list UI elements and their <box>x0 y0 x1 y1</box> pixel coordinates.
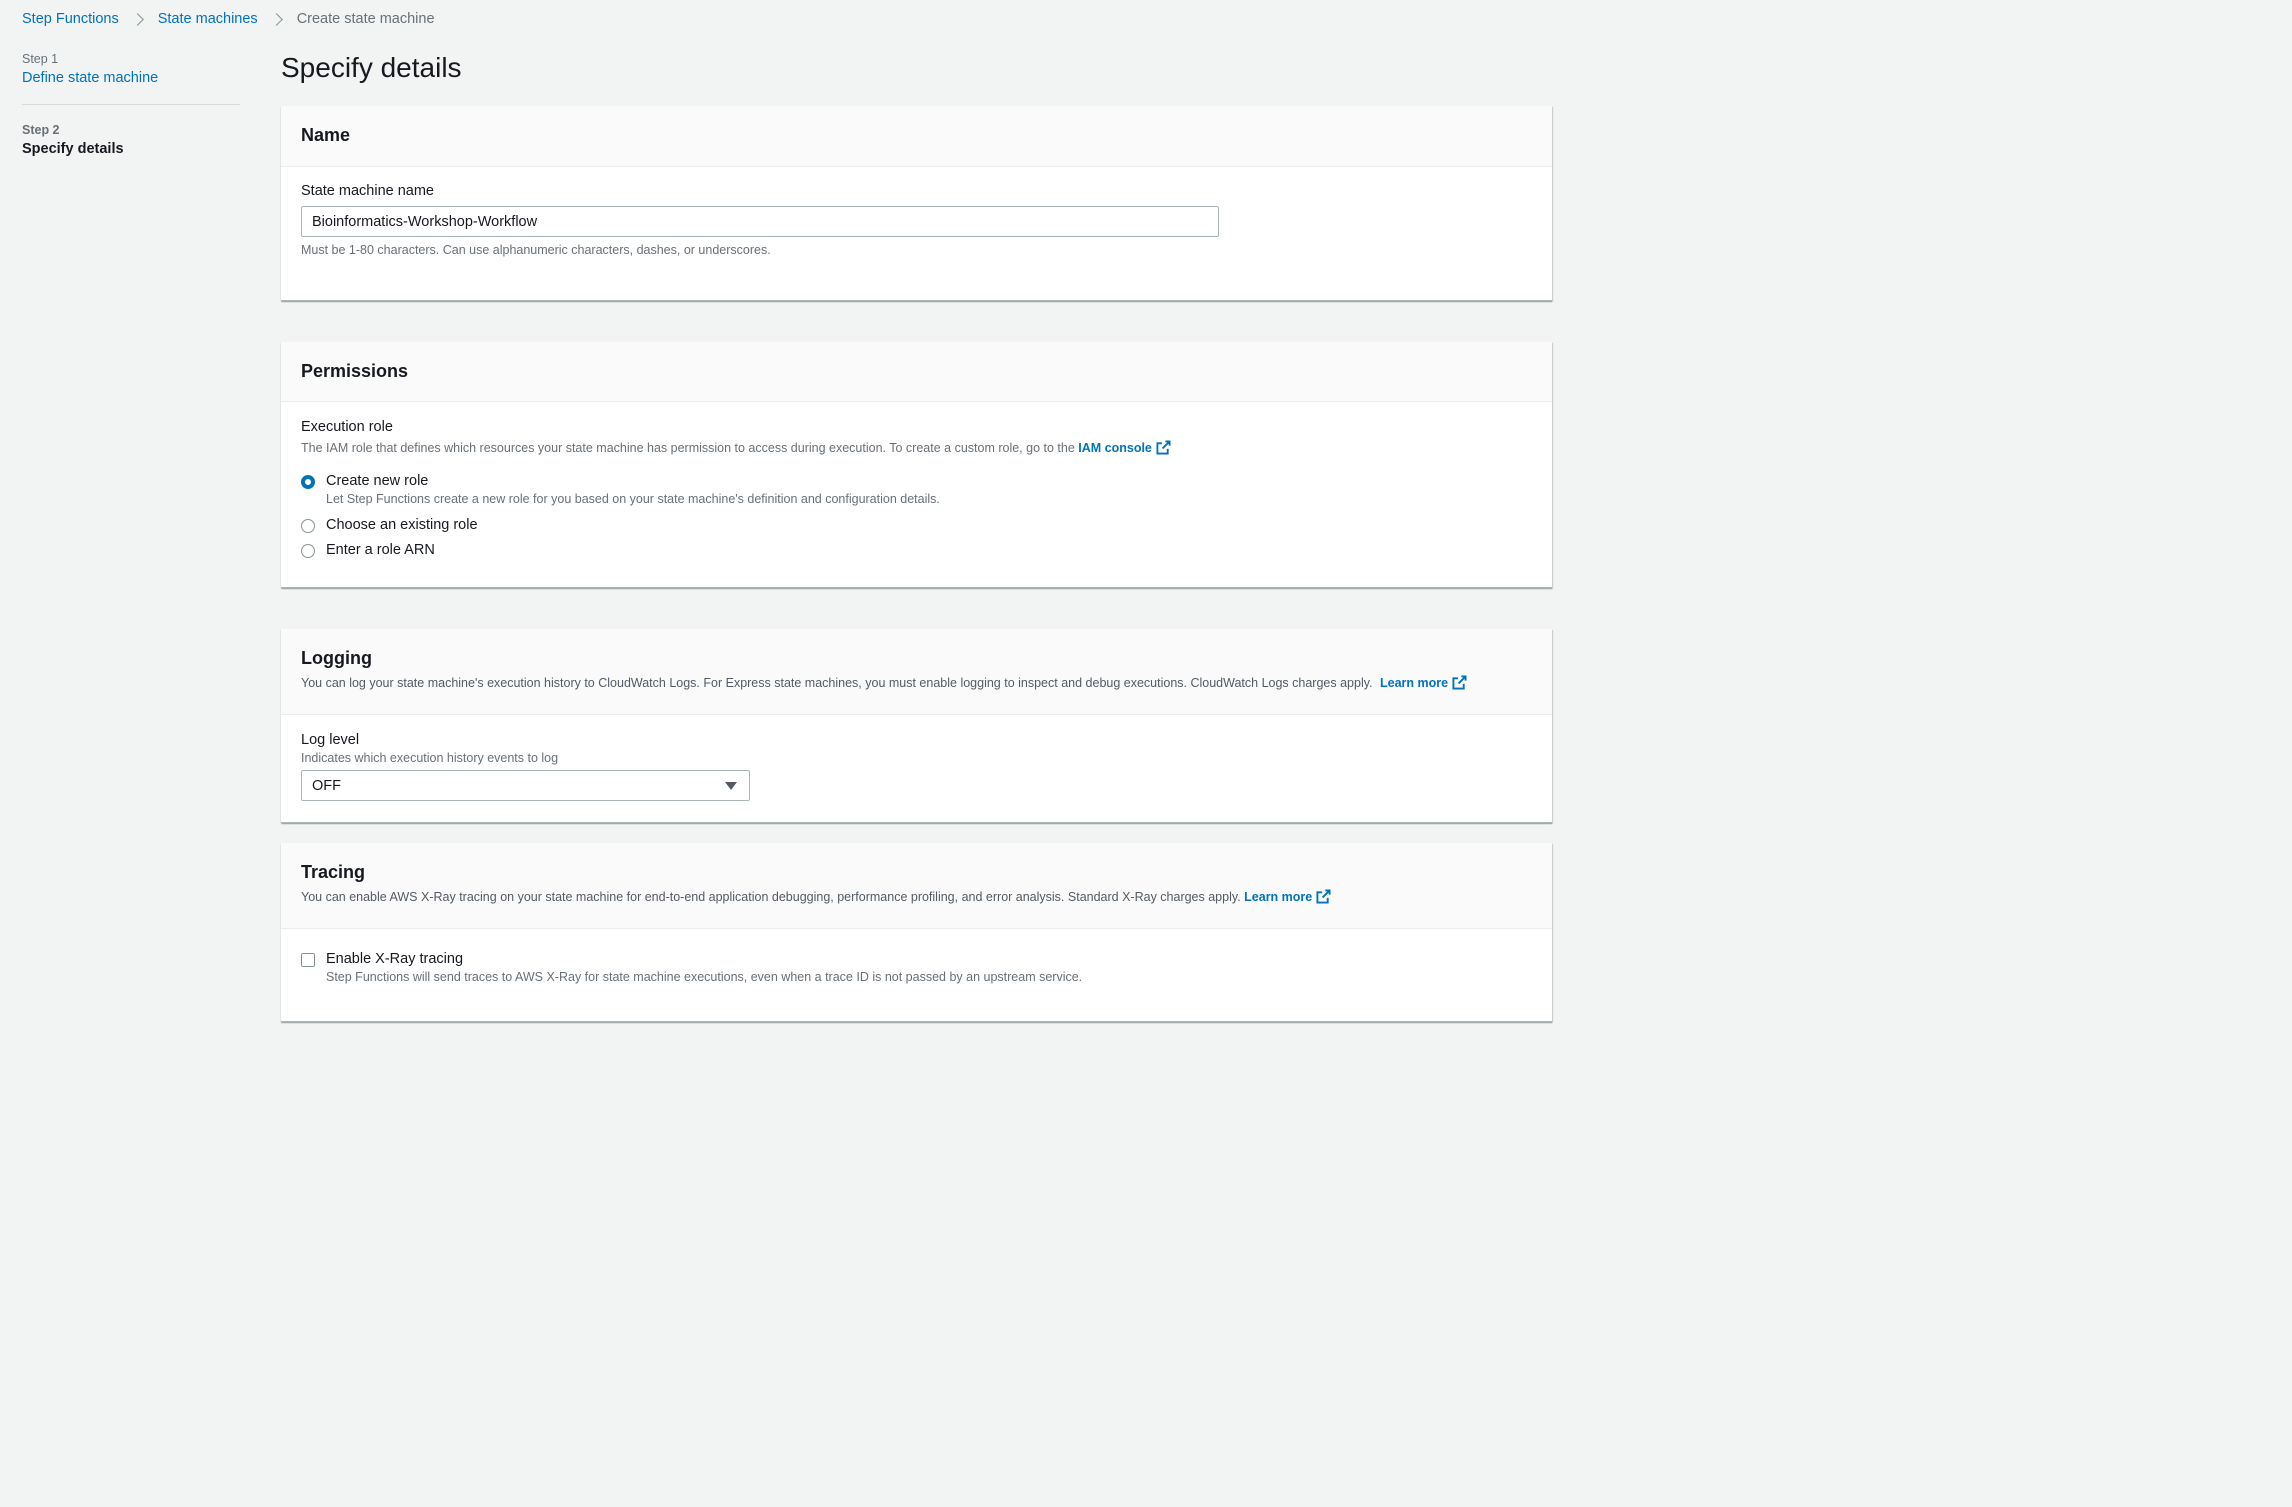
log-level-selected-value: OFF <box>312 777 341 794</box>
step-1-number: Step 1 <box>22 52 59 66</box>
external-link-icon <box>1156 440 1171 455</box>
tracing-panel-header: Tracing You can enable AWS X-Ray tracing… <box>281 843 1552 929</box>
breadcrumb-step-functions[interactable]: Step Functions <box>22 11 119 27</box>
permissions-panel-body: Execution role The IAM role that defines… <box>281 402 1552 558</box>
tracing-panel-title: Tracing <box>301 862 366 882</box>
logging-panel: Logging You can log your state machine's… <box>281 629 1552 823</box>
tracing-panel-body: Enable X-Ray tracing Step Functions will… <box>281 929 1552 984</box>
radio-enter-role-arn-indicator[interactable] <box>301 544 315 558</box>
radio-create-new-role-text: Create new role Let Step Functions creat… <box>326 473 940 506</box>
radio-choose-existing-role-label: Choose an existing role <box>326 517 478 533</box>
xray-tracing-text: Enable X-Ray tracing Step Functions will… <box>326 951 1082 984</box>
tracing-panel: Tracing You can enable AWS X-Ray tracing… <box>281 843 1552 1022</box>
radio-create-new-role-indicator[interactable] <box>301 475 315 489</box>
iam-console-link-label: IAM console <box>1078 441 1152 455</box>
tracing-learn-more-link[interactable]: Learn more <box>1244 889 1331 904</box>
radio-create-new-role-label: Create new role <box>326 473 429 489</box>
xray-tracing-label: Enable X-Ray tracing <box>326 951 464 967</box>
radio-create-new-role[interactable]: Create new role Let Step Functions creat… <box>301 473 1532 506</box>
chevron-right-icon <box>269 12 283 26</box>
tracing-panel-description: You can enable AWS X-Ray tracing on your… <box>301 889 1532 904</box>
logging-panel-title: Logging <box>301 648 372 668</box>
execution-role-label: Execution role <box>301 419 393 435</box>
log-level-label: Log level <box>301 732 360 748</box>
logging-learn-more-link[interactable]: Learn more <box>1380 675 1467 690</box>
radio-enter-role-arn[interactable]: Enter a role ARN <box>301 542 1532 558</box>
xray-tracing-checkbox[interactable] <box>301 953 315 967</box>
radio-choose-existing-role[interactable]: Choose an existing role <box>301 517 1532 533</box>
state-machine-name-input[interactable] <box>301 206 1219 237</box>
tracing-panel-description-text: You can enable AWS X-Ray tracing on your… <box>301 890 1241 904</box>
external-link-icon <box>1316 889 1331 904</box>
step-1-link[interactable]: Define state machine <box>22 70 240 86</box>
radio-choose-existing-role-text: Choose an existing role <box>326 517 478 533</box>
step-divider <box>22 104 240 105</box>
state-machine-name-hint: Must be 1-80 characters. Can use alphanu… <box>301 243 771 257</box>
chevron-right-icon <box>130 12 144 26</box>
logging-learn-more-label: Learn more <box>1380 676 1449 690</box>
logging-panel-body: Log level Indicates which execution hist… <box>281 715 1552 801</box>
step-2-number: Step 2 <box>22 123 60 137</box>
page-title: Specify details <box>281 52 462 83</box>
name-panel-body: State machine name Must be 1-80 characte… <box>281 167 1552 257</box>
state-machine-name-label: State machine name <box>301 183 434 199</box>
radio-enter-role-arn-text: Enter a role ARN <box>326 542 435 558</box>
name-panel-header: Name <box>281 106 1552 167</box>
breadcrumb-state-machines[interactable]: State machines <box>158 11 258 27</box>
log-level-description: Indicates which execution history events… <box>301 751 559 765</box>
execution-role-description: The IAM role that defines which resource… <box>301 440 1532 455</box>
iam-console-link[interactable]: IAM console <box>1078 440 1171 455</box>
permissions-panel-title: Permissions <box>301 361 409 381</box>
execution-role-description-text: The IAM role that defines which resource… <box>301 441 1075 455</box>
step-2-current: Specify details <box>22 141 124 157</box>
permissions-panel-header: Permissions <box>281 342 1552 402</box>
radio-enter-role-arn-label: Enter a role ARN <box>326 542 435 558</box>
log-level-select[interactable]: OFF <box>301 770 750 801</box>
radio-create-new-role-desc: Let Step Functions create a new role for… <box>326 492 940 506</box>
logging-panel-description: You can log your state machine's executi… <box>301 675 1532 690</box>
permissions-panel: Permissions Execution role The IAM role … <box>281 342 1552 588</box>
breadcrumb-current: Create state machine <box>296 11 435 27</box>
external-link-icon <box>1452 675 1467 690</box>
breadcrumb: Step Functions State machines Create sta… <box>22 9 435 29</box>
tracing-learn-more-label: Learn more <box>1244 890 1313 904</box>
xray-tracing-description: Step Functions will send traces to AWS X… <box>326 970 1083 984</box>
wizard-steps: Step 1 Define state machine Step 2 Speci… <box>22 52 240 157</box>
radio-choose-existing-role-indicator[interactable] <box>301 519 315 533</box>
caret-down-icon <box>725 781 737 790</box>
xray-tracing-option[interactable]: Enable X-Ray tracing Step Functions will… <box>301 951 1532 984</box>
logging-panel-description-text: You can log your state machine's executi… <box>301 676 1373 690</box>
name-panel: Name State machine name Must be 1-80 cha… <box>281 106 1552 301</box>
name-panel-title: Name <box>301 125 351 145</box>
logging-panel-header: Logging You can log your state machine's… <box>281 629 1552 715</box>
